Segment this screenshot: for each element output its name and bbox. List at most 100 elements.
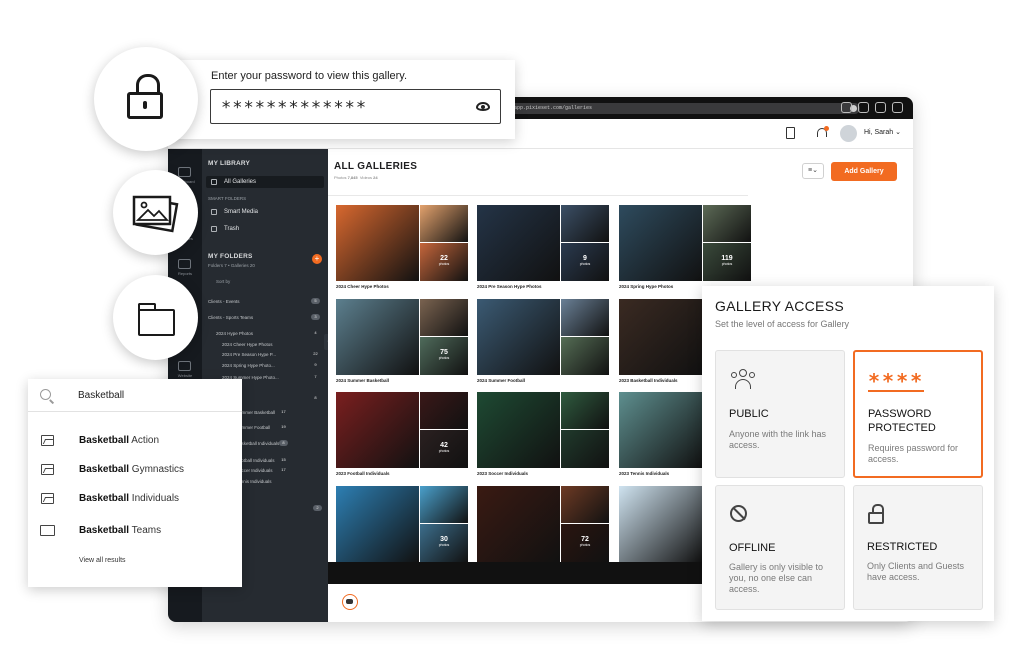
search-result-label: Basketball Action <box>79 435 159 446</box>
folder-row[interactable]: Football Individuals 15 <box>236 457 322 463</box>
gallery-title[interactable]: 2023 Tennis Individuals <box>619 471 669 476</box>
reports-icon[interactable] <box>178 259 191 269</box>
search-input[interactable]: Basketball <box>28 379 242 412</box>
folder-row[interactable]: Soccer Individuals 17 <box>236 467 322 473</box>
folder-icon <box>137 303 175 336</box>
more-photos-count: 75 <box>440 349 448 356</box>
password-prompt-label: Enter your password to view this gallery… <box>211 70 408 82</box>
folder-row[interactable]: Basketball Individuals 8 <box>236 440 322 446</box>
sidebar-item-trash[interactable]: Trash <box>206 223 324 235</box>
folder-label: 2024 Pre Season Hype P... <box>222 352 276 357</box>
gallery-thumbnail <box>336 299 419 375</box>
sidebar-item-all-galleries[interactable]: All Galleries <box>206 176 324 188</box>
search-result-item[interactable]: Basketball Action <box>28 430 242 452</box>
gallery-title[interactable]: 2023 Football Individuals <box>336 471 390 476</box>
folder-row[interactable]: Tennis Individuals <box>236 479 322 484</box>
book-icon[interactable] <box>786 127 795 139</box>
more-photos-overlay: 30 photos <box>420 524 468 562</box>
folder-row[interactable]: Summer Basketball 17 <box>236 409 322 415</box>
gallery-thumbnail <box>619 486 702 562</box>
eye-icon[interactable] <box>476 102 490 111</box>
option-description: Gallery is only visible to you, no one e… <box>729 562 824 594</box>
search-result-rest: Teams <box>129 525 162 536</box>
password-field[interactable]: ************* <box>210 89 501 124</box>
gallery-thumbnail <box>561 486 609 523</box>
user-menu[interactable]: Hi, Sarah ⌄ <box>864 128 901 136</box>
access-option-public[interactable]: PUBLIC Anyone with the link has access. <box>715 350 845 478</box>
sort-button[interactable]: ≡⌄ <box>802 163 824 179</box>
lock-icon <box>127 74 163 119</box>
gallery-thumbnail <box>561 430 609 468</box>
gallery-access-title: GALLERY ACCESS <box>715 298 844 314</box>
sidebar-item-label: Smart Media <box>224 209 259 215</box>
gallery-title[interactable]: 2024 Spring Hype Photos <box>619 284 673 289</box>
gallery-card[interactable]: 30 photos <box>336 486 468 562</box>
download-icon[interactable] <box>841 102 852 113</box>
folder-count: 7 <box>314 374 317 379</box>
search-result-rest: Individuals <box>129 493 180 504</box>
folder-row[interactable]: Clients - Sports Teams 3 <box>208 314 320 320</box>
folder-row[interactable]: Clients - Events 5 <box>208 298 320 304</box>
sort-by-control[interactable]: Sort by <box>216 279 230 284</box>
folder-row[interactable]: 2024 Pre Season Hype P... 22 <box>222 351 320 357</box>
gallery-card[interactable]: 9 photos <box>477 205 609 281</box>
gallery-title[interactable]: 2024 Summer Basketball <box>336 378 389 383</box>
notifications-bell-icon[interactable] <box>816 126 829 139</box>
search-result-item[interactable]: Basketball Gymnastics <box>28 459 242 481</box>
search-result-label: Basketball Gymnastics <box>79 464 184 475</box>
gallery-card[interactable] <box>477 299 609 375</box>
access-option-restricted[interactable]: RESTRICTED Only Clients and Guests have … <box>853 485 983 610</box>
search-result-match: Basketball <box>79 464 130 475</box>
gallery-title[interactable]: 2023 Basketball Individuals <box>619 378 678 383</box>
more-photos-overlay: 42 photos <box>420 430 468 468</box>
folder-row[interactable]: 2024 Hype Photos 4 <box>216 330 320 336</box>
gallery-title[interactable]: 2024 Cheer Hype Photos <box>336 284 389 289</box>
gallery-card[interactable]: 22 photos <box>336 205 468 281</box>
view-all-results-link[interactable]: View all results <box>79 557 126 564</box>
folder-row[interactable]: 2024 Cheer Hype Photos <box>222 342 320 347</box>
divider <box>328 195 748 196</box>
my-library-heading: MY LIBRARY <box>208 160 251 167</box>
search-result-item[interactable]: Basketball Individuals <box>28 488 242 510</box>
share-icon[interactable] <box>858 102 869 113</box>
folder-label: 2024 Spring Hype Photo... <box>222 363 275 368</box>
videos-count: 24 <box>373 175 378 180</box>
folder-label: Clients - Events <box>208 299 240 304</box>
gallery-card[interactable]: 75 photos <box>336 299 468 375</box>
option-title: OFFLINE <box>729 542 776 554</box>
access-option-offline[interactable]: OFFLINE Gallery is only visible to you, … <box>715 485 845 610</box>
photos-badge <box>113 170 198 255</box>
website-icon[interactable] <box>178 361 191 371</box>
folder-row[interactable]: 2024 Spring Hype Photo... 9 <box>222 362 320 368</box>
add-gallery-button[interactable]: Add Gallery <box>831 162 897 181</box>
tabs-icon[interactable] <box>892 102 903 113</box>
gallery-thumbnail <box>561 337 609 375</box>
trash-icon <box>211 226 217 232</box>
new-tab-icon[interactable] <box>875 102 886 113</box>
url-bar[interactable]: app.pixieset.com/galleries <box>504 103 860 114</box>
access-option-password-protected[interactable]: **** PASSWORD PROTECTED Requires passwor… <box>853 350 983 478</box>
gallery-title[interactable]: 2024 Summer Football <box>477 378 525 383</box>
avatar[interactable] <box>840 125 857 142</box>
gallery-card[interactable]: 42 photos <box>336 392 468 468</box>
gallery-title[interactable]: 2024 Pre Season Hype Photos <box>477 284 542 289</box>
sidebar-item-smart-media[interactable]: Smart Media <box>206 206 324 218</box>
dashboard-icon[interactable] <box>178 167 191 177</box>
more-photos-overlay: 9 photos <box>561 243 609 281</box>
search-icon <box>40 389 51 400</box>
gallery-card[interactable]: 72 photos <box>477 486 609 562</box>
gallery-card[interactable] <box>477 392 609 468</box>
folder-row[interactable]: Summer Football 19 <box>236 424 322 430</box>
gallery-title[interactable]: 2023 Soccer Individuals <box>477 471 528 476</box>
search-result-item[interactable]: Basketball Teams <box>28 520 242 542</box>
help-chat-icon[interactable] <box>342 594 358 610</box>
image-icon <box>41 435 54 446</box>
gallery-card[interactable]: 119 photos <box>619 205 751 281</box>
password-stars-icon: **** <box>868 369 925 393</box>
add-folder-button[interactable]: + <box>312 254 322 264</box>
folder-count: 2 <box>313 505 322 511</box>
more-photos-label: photos <box>579 543 591 547</box>
more-photos-label: photos <box>438 449 450 453</box>
gallery-thumbnail <box>477 392 560 468</box>
more-photos-overlay: 75 photos <box>420 337 468 375</box>
